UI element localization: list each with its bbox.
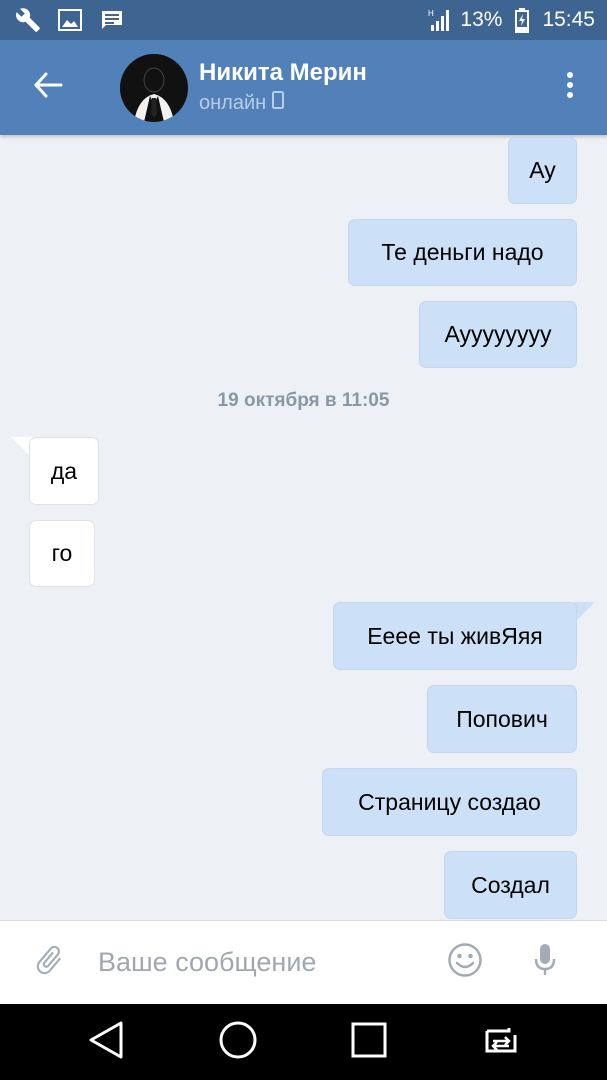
presence-label: онлайн <box>199 91 267 114</box>
message-icon <box>98 6 126 34</box>
svg-text:H: H <box>428 9 434 18</box>
emoji-button[interactable] <box>446 942 484 983</box>
contact-name[interactable]: Никита Мерин <box>199 58 367 88</box>
signal-icon: H <box>426 6 454 34</box>
presence-status: онлайн <box>199 88 367 118</box>
switch-apps-icon <box>479 1023 523 1062</box>
mobile-device-icon <box>272 88 285 118</box>
nav-recents-button[interactable] <box>344 1017 394 1067</box>
message-text: Ауууууууу <box>444 321 552 347</box>
clock: 15:45 <box>542 8 595 31</box>
back-triangle-icon <box>87 1020 125 1065</box>
message-bubble-incoming[interactable]: да <box>29 437 99 505</box>
message-bubble-outgoing[interactable]: Еeee ты живЯяя <box>333 602 577 670</box>
message-text: Те деньги надо <box>381 239 544 265</box>
image-icon <box>56 6 84 34</box>
more-vertical-icon <box>566 71 574 104</box>
message-list[interactable]: Ау Те деньги надо Ауууууууу 19 октября в… <box>0 135 607 920</box>
message-text: Ау <box>529 157 556 183</box>
message-text: Создал <box>471 871 550 898</box>
back-arrow-icon <box>33 72 63 103</box>
message-text: Страницу создао <box>358 788 541 815</box>
message-text: да <box>50 457 78 484</box>
message-text: го <box>51 540 73 566</box>
battery-icon <box>508 6 536 34</box>
home-circle-icon <box>218 1020 258 1065</box>
voice-message-button[interactable] <box>530 943 560 983</box>
message-text: Попович <box>456 705 548 732</box>
attach-button[interactable] <box>29 943 69 983</box>
avatar-image <box>120 53 188 122</box>
battery-percent: 13% <box>460 8 503 31</box>
paperclip-icon <box>32 943 66 982</box>
emoji-icon <box>447 942 483 983</box>
recents-square-icon <box>350 1021 388 1064</box>
avatar[interactable] <box>120 53 188 122</box>
message-input[interactable] <box>96 946 426 979</box>
message-bubble-outgoing[interactable]: Ауууууууу <box>419 301 577 368</box>
message-bubble-outgoing[interactable]: Те деньги надо <box>348 219 577 286</box>
date-separator: 19 октября в 11:05 <box>217 390 390 411</box>
message-bubble-outgoing[interactable]: Попович <box>427 685 577 753</box>
chat-header: Никита Мерин онлайн <box>0 40 607 135</box>
message-bubble-outgoing[interactable]: Создал <box>444 851 577 919</box>
message-text: Еeee ты живЯяя <box>367 622 543 649</box>
message-bubble-outgoing[interactable]: Страницу создао <box>322 768 577 836</box>
nav-home-button[interactable] <box>213 1017 263 1067</box>
back-button[interactable] <box>20 60 76 116</box>
nav-switch-button[interactable] <box>476 1017 526 1067</box>
message-bubble-outgoing[interactable]: Ау <box>508 137 577 204</box>
more-options-button[interactable] <box>555 63 585 113</box>
message-composer <box>0 920 607 1004</box>
system-navigation-bar <box>0 1004 607 1080</box>
message-bubble-incoming[interactable]: го <box>29 520 95 587</box>
microphone-icon <box>533 942 557 983</box>
status-bar: H 13% 15:45 <box>0 0 607 40</box>
nav-back-button[interactable] <box>81 1017 131 1067</box>
wrench-icon <box>14 6 42 34</box>
